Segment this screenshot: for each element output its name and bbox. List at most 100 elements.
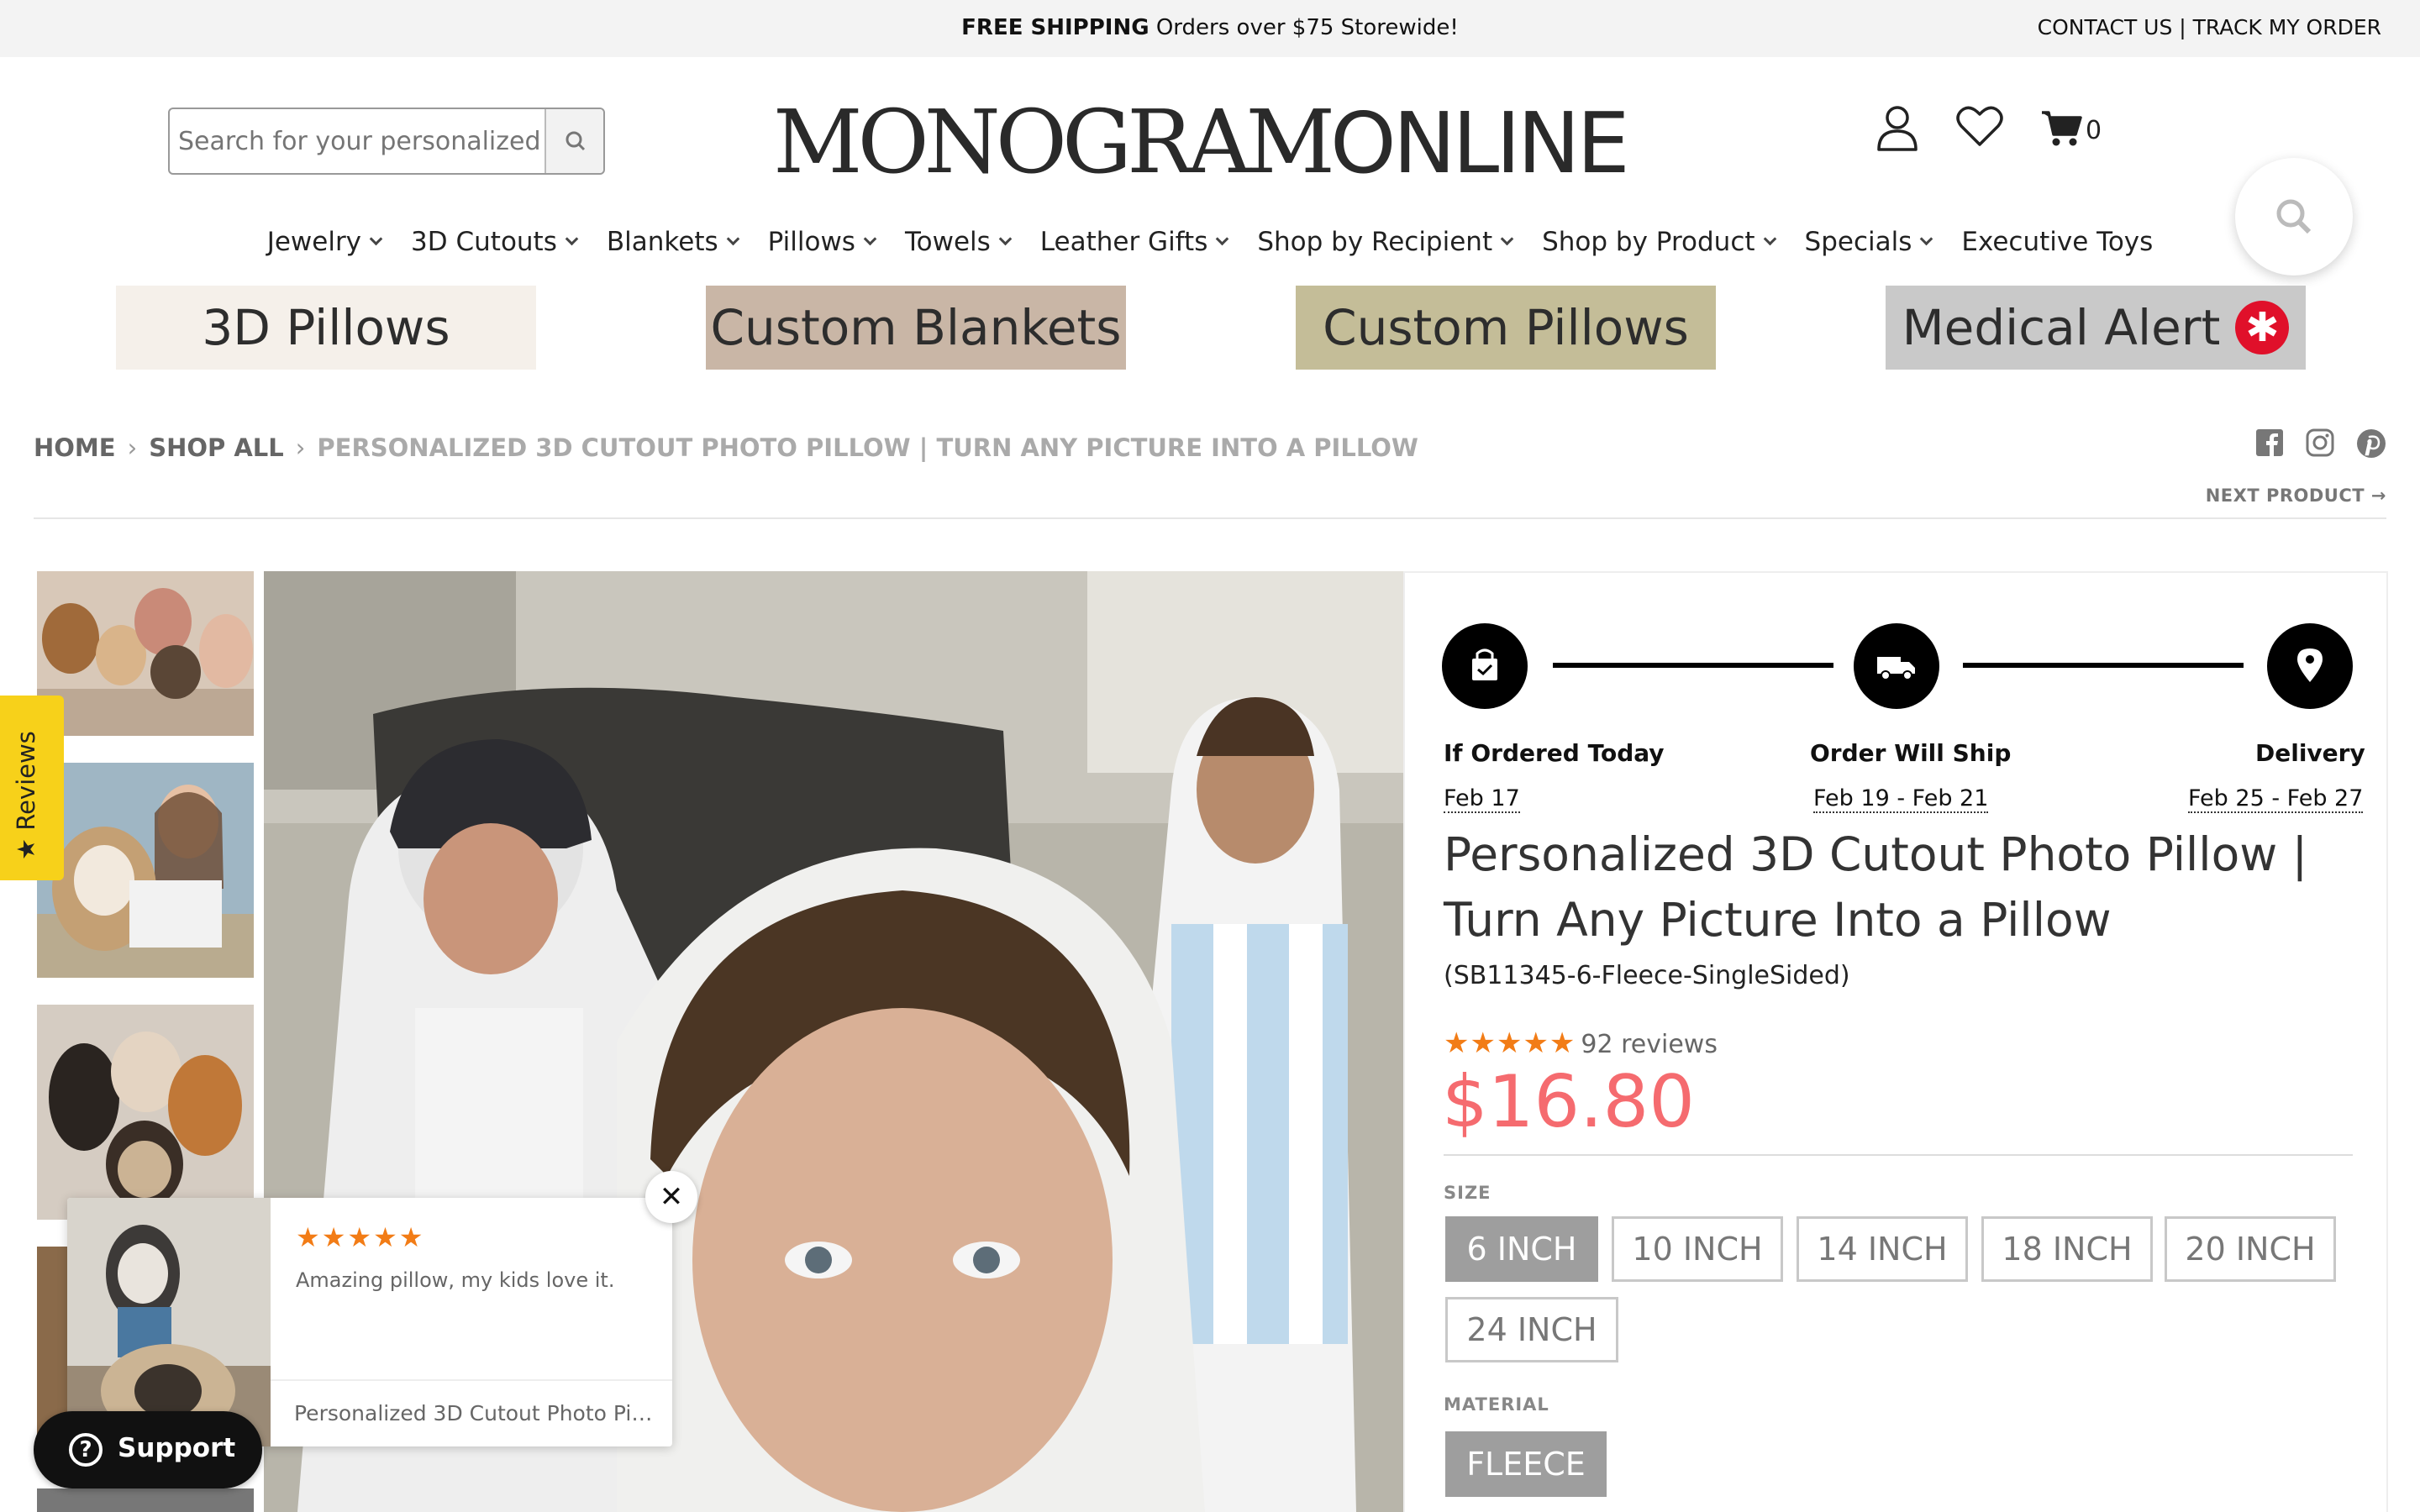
chevron-down-icon: [565, 232, 579, 245]
step-label-ordered: If Ordered Today: [1444, 739, 1665, 767]
review-image: [67, 1198, 271, 1446]
review-popup[interactable]: ★★★★★ Amazing pillow, my kids love it. P…: [67, 1198, 672, 1446]
chevron-down-icon: [1763, 232, 1776, 245]
review-product-name: Personalized 3D Cutout Photo Pillow | Tu…: [294, 1401, 655, 1425]
support-button[interactable]: ? Support: [34, 1411, 262, 1488]
review-popup-close-button[interactable]: ✕: [645, 1171, 697, 1223]
facebook-icon[interactable]: [2255, 428, 2284, 457]
chevron-down-icon: [1920, 232, 1933, 245]
product-thumbnail[interactable]: [37, 763, 254, 978]
logo-online: ONLINE: [1330, 94, 1630, 192]
material-option-fleece[interactable]: FLEECE: [1445, 1431, 1607, 1497]
breadcrumb-shop-all[interactable]: SHOP ALL: [149, 433, 284, 462]
nav-item-pillows[interactable]: Pillows: [753, 225, 890, 259]
main-nav: Jewelry 3D Cutouts Blankets Pillows Towels Le…: [0, 225, 2420, 259]
size-option-10-inch[interactable]: 10 INCH: [1612, 1216, 1783, 1282]
nav-item-label: Executive Toys: [1961, 227, 2154, 257]
user-icon[interactable]: [1876, 104, 1919, 153]
chevron-down-icon: [369, 232, 383, 245]
nav-item-label: Leather Gifts: [1039, 227, 1208, 257]
product-thumbnail[interactable]: [37, 1488, 254, 1512]
step-label-delivery: Delivery: [2255, 739, 2365, 767]
instagram-icon[interactable]: [2306, 428, 2334, 457]
rating-stars: ★★★★★: [1444, 1026, 1576, 1060]
announcement-bar: FREE SHIPPING Orders over $75 Storewide!…: [0, 0, 2420, 57]
cart-count: 0: [2086, 116, 2102, 145]
step-date-ship: Feb 19 - Feb 21: [1813, 785, 1989, 813]
nav-item-shop-by-product[interactable]: Shop by Product: [1527, 225, 1789, 259]
size-option-label: 6 INCH: [1466, 1231, 1577, 1268]
truck-icon: [1877, 657, 1915, 680]
thumbnail-image: [37, 571, 254, 736]
nav-item-specials[interactable]: Specials: [1790, 225, 1947, 259]
order-step-line: [1553, 663, 1833, 668]
breadcrumb-home[interactable]: HOME: [34, 433, 116, 462]
banner-medical-alert[interactable]: Medical Alert ✱: [1886, 286, 2306, 370]
close-icon: ✕: [659, 1180, 684, 1214]
review-text: Amazing pillow, my kids love it.: [296, 1268, 615, 1292]
heart-icon[interactable]: [1956, 104, 2003, 148]
reviews-side-tab[interactable]: ★ Reviews: [0, 696, 64, 880]
ship-step-circle: [1854, 623, 1939, 709]
chevron-down-icon: [998, 232, 1013, 245]
search-input[interactable]: [178, 123, 539, 160]
product-thumbnail[interactable]: [37, 571, 254, 736]
cart-icon[interactable]: [2040, 109, 2084, 148]
banner-3d-pillows[interactable]: 3D Pillows: [116, 286, 536, 370]
site-logo[interactable]: MONOGRAMONLINE: [773, 91, 1647, 193]
breadcrumb-separator: ›: [127, 433, 138, 462]
breadcrumb-divider: [34, 517, 2386, 519]
nav-item-label: Blankets: [606, 227, 718, 257]
step-date-ordered: Feb 17: [1444, 785, 1520, 813]
chevron-down-icon: [863, 232, 877, 245]
size-option-18-inch[interactable]: 18 INCH: [1981, 1216, 2153, 1282]
product-rating[interactable]: ★★★★★ 92 reviews: [1444, 1026, 1718, 1060]
nav-item-3d-cutouts[interactable]: 3D Cutouts: [396, 225, 592, 259]
size-option-14-inch[interactable]: 14 INCH: [1797, 1216, 1968, 1282]
size-option-20-inch[interactable]: 20 INCH: [2165, 1216, 2336, 1282]
nav-item-label: Jewelry: [266, 227, 362, 257]
nav-item-blankets[interactable]: Blankets: [592, 225, 753, 259]
review-photo: [67, 1198, 271, 1446]
nav-item-towels[interactable]: Towels: [890, 225, 1025, 259]
nav-item-label: Shop by Recipient: [1257, 227, 1493, 257]
review-stars: ★★★★★: [296, 1221, 425, 1253]
banner-label: Medical Alert: [1902, 299, 2221, 356]
thumbnail-image: [37, 763, 254, 978]
material-label: MATERIAL: [1444, 1394, 1549, 1415]
size-option-label: 10 INCH: [1632, 1231, 1763, 1268]
banner-label: Custom Blankets: [710, 299, 1122, 356]
nav-item-label: Shop by Product: [1542, 227, 1755, 257]
banner-custom-blankets[interactable]: Custom Blankets: [706, 286, 1126, 370]
size-option-24-inch[interactable]: 24 INCH: [1445, 1297, 1618, 1362]
contact-us-link[interactable]: CONTACT US: [2038, 15, 2173, 39]
next-product-link[interactable]: NEXT PRODUCT →: [2206, 486, 2386, 506]
order-step-circle: [1442, 623, 1528, 709]
nav-item-shop-by-recipient[interactable]: Shop by Recipient: [1242, 225, 1527, 259]
nav-item-executive-toys[interactable]: Executive Toys: [1946, 225, 2168, 259]
medical-cross-icon: ✱: [2235, 301, 2290, 354]
location-pin-icon: [2297, 648, 2323, 682]
banner-custom-pillows[interactable]: Custom Pillows: [1296, 286, 1716, 370]
nav-item-label: Pillows: [767, 227, 855, 257]
breadcrumb: HOME › SHOP ALL › PERSONALIZED 3D CUTOUT PHO…: [34, 433, 1418, 462]
breadcrumb-separator: ›: [295, 433, 306, 462]
review-count: 92 reviews: [1581, 1030, 1718, 1059]
size-option-label: 18 INCH: [2002, 1231, 2133, 1268]
thumbnail-image: [37, 1005, 254, 1220]
product-sku: (SB11345-6-Fleece-SingleSided): [1444, 961, 1850, 990]
search-form: [168, 108, 605, 175]
delivery-step-circle: [2267, 623, 2353, 709]
nav-item-jewelry[interactable]: Jewelry: [252, 225, 396, 259]
track-order-link[interactable]: TRACK MY ORDER: [2193, 15, 2381, 39]
product-thumbnail[interactable]: [37, 1005, 254, 1220]
nav-item-leather-gifts[interactable]: Leather Gifts: [1025, 225, 1243, 259]
review-product-link[interactable]: Personalized 3D Cutout Photo Pillow | Tu…: [271, 1379, 672, 1446]
material-option-label: FLEECE: [1466, 1446, 1586, 1483]
size-option-6-inch[interactable]: 6 INCH: [1445, 1216, 1598, 1282]
banner-label: 3D Pillows: [202, 299, 450, 356]
shopping-bag-icon: [1472, 648, 1497, 680]
product-title: Personalized 3D Cutout Photo Pillow | Tu…: [1444, 827, 2308, 947]
search-submit-button[interactable]: [544, 109, 603, 173]
pinterest-icon[interactable]: [2356, 428, 2386, 459]
